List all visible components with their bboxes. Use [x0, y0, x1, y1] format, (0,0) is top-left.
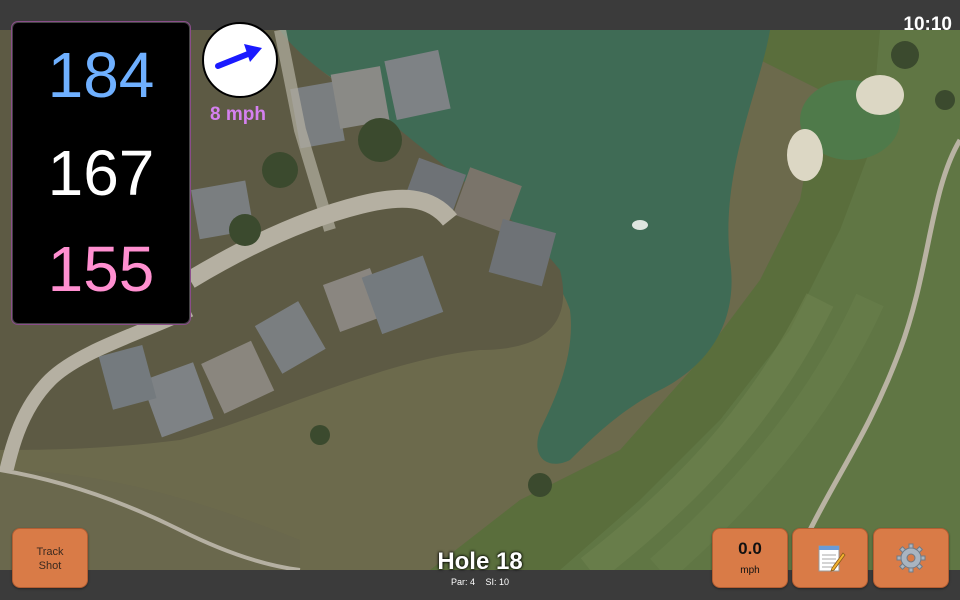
hole-si: SI: 10	[485, 577, 510, 587]
speed-unit: mph	[740, 565, 760, 576]
gear-icon	[895, 542, 927, 574]
middle-distance: 167	[47, 137, 155, 209]
speed-value: 0.0	[738, 539, 762, 558]
hole-par: Par: 4	[450, 577, 475, 587]
hole-info: Par: 4 SI: 10	[380, 577, 580, 587]
distance-panel: 184 167 155	[12, 22, 190, 324]
wind-indicator	[202, 22, 278, 98]
wind-arrow-icon	[215, 44, 262, 69]
front-distance: 155	[47, 233, 155, 305]
back-distance: 184	[47, 39, 155, 111]
track-shot-button[interactable]: Track Shot	[12, 528, 88, 588]
wind-speed: 8 mph	[210, 104, 266, 125]
settings-button[interactable]	[873, 528, 949, 588]
notepad-icon	[814, 542, 846, 574]
track-shot-label: Track Shot	[13, 545, 87, 573]
notes-button[interactable]	[792, 528, 868, 588]
status-clock: 10:10	[903, 14, 952, 35]
track-shot-label-line1: Track	[36, 546, 64, 558]
hole-title: Hole 18	[437, 548, 523, 575]
track-shot-label-line2: Shot	[38, 560, 62, 572]
speed-button[interactable]: 0.0 mph	[712, 528, 788, 588]
